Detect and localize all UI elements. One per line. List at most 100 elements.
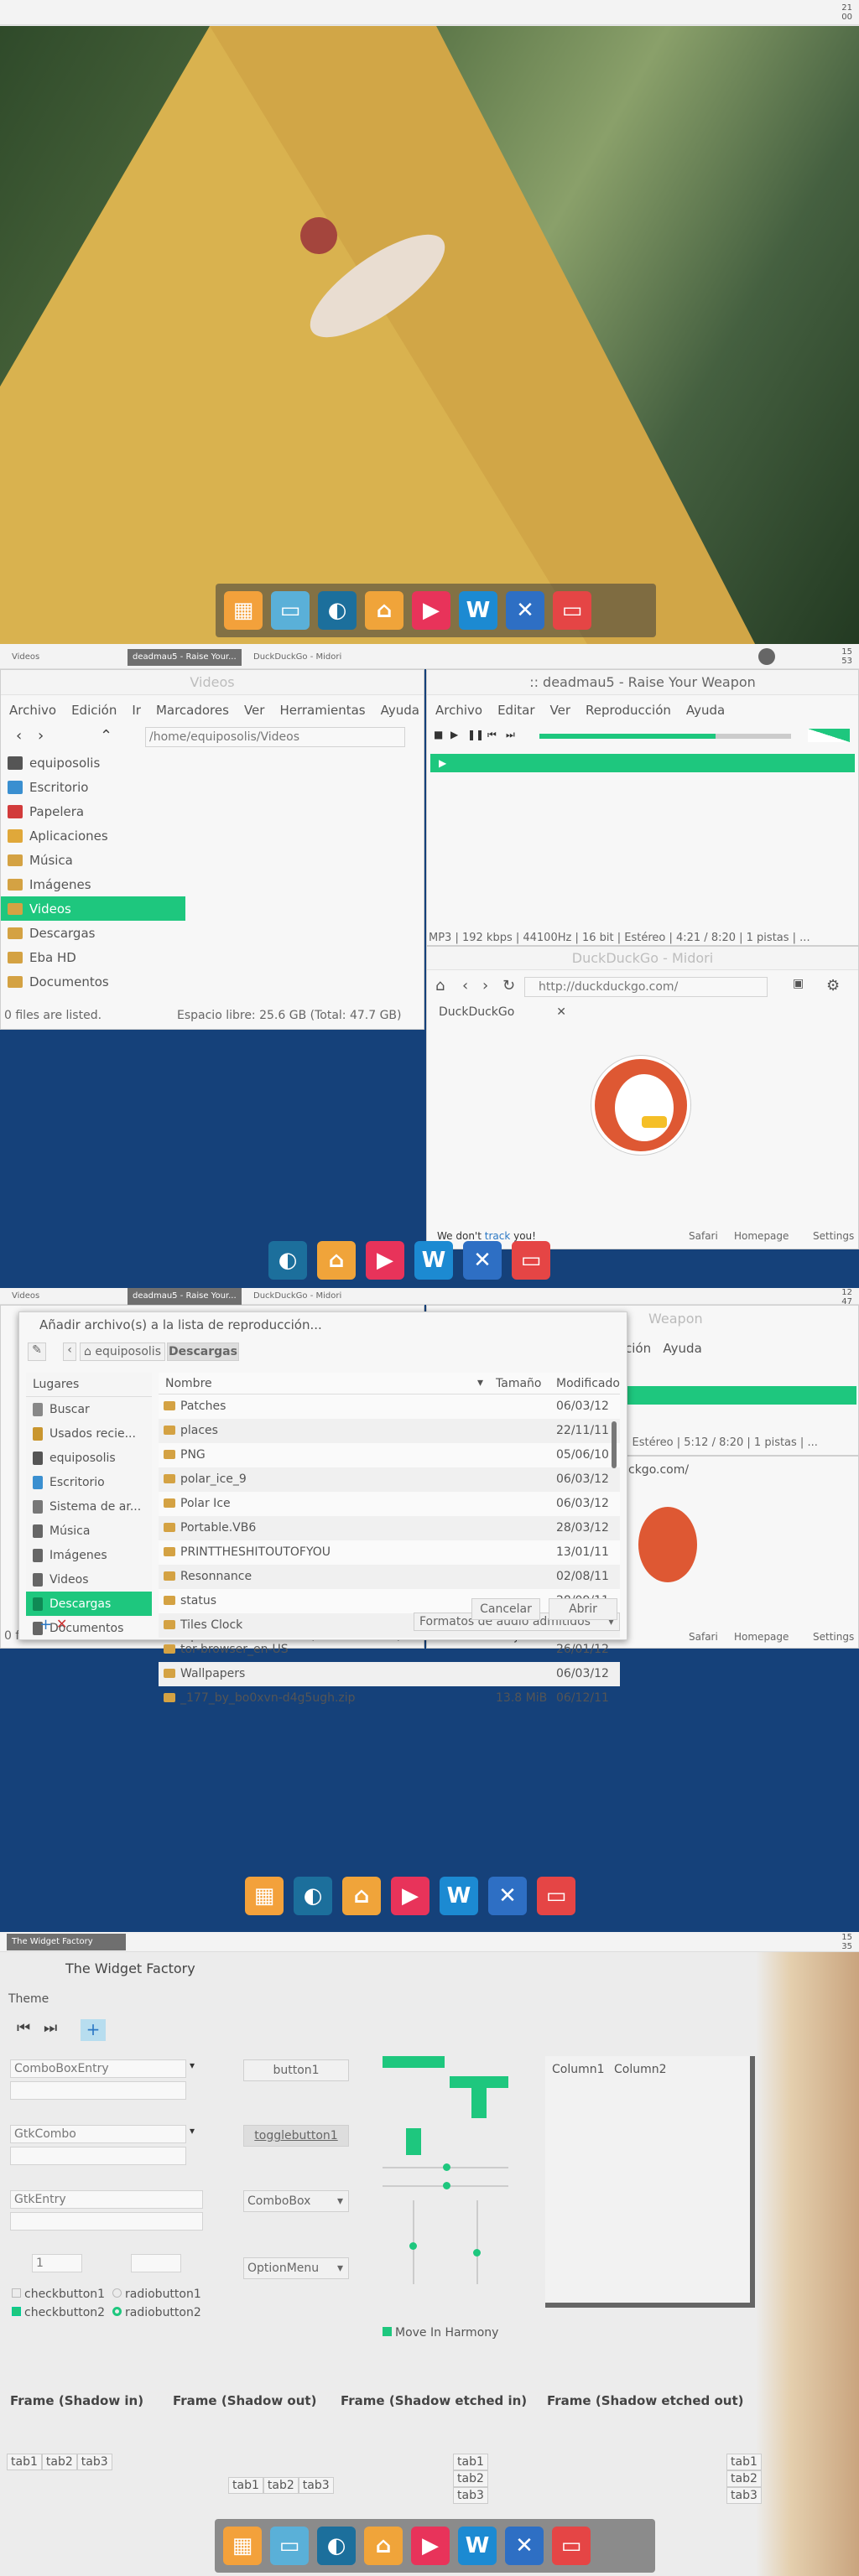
task-widget-factory[interactable]: The Widget Factory (7, 1934, 126, 1950)
tab2[interactable]: tab2 (453, 2470, 488, 2487)
cancel-button[interactable]: Cancelar (471, 1598, 540, 1620)
task-videos[interactable]: Videos (7, 649, 44, 666)
radiobutton2[interactable]: radiobutton2 (112, 2306, 201, 2319)
col-size[interactable]: Tamaño (496, 1377, 541, 1390)
extension-icon[interactable]: ▣ (793, 977, 804, 990)
tab3[interactable]: tab3 (726, 2487, 762, 2504)
media-player-icon[interactable]: ▶ (411, 2527, 450, 2565)
url-input[interactable]: http://duckduckgo.com/ (524, 977, 768, 997)
sidebar-item-home[interactable]: equiposolis (1, 750, 202, 775)
forward-icon[interactable]: › (38, 727, 44, 745)
home-icon[interactable]: ⌂ (365, 591, 403, 630)
place-downloads[interactable]: Descargas (26, 1592, 152, 1616)
radiobutton1[interactable]: radiobutton1 (112, 2288, 201, 2301)
playlist-row-playing[interactable] (625, 1386, 856, 1405)
open-button[interactable]: Abrir (549, 1598, 617, 1620)
writer-icon[interactable]: W (459, 591, 497, 630)
combo-box-entry-arrow[interactable]: ▾ (190, 2059, 195, 2071)
task-videos[interactable]: Videos (7, 1288, 44, 1305)
footer-safari[interactable]: Safari (689, 1631, 718, 1643)
tiles-app-icon[interactable]: ▦ (245, 1877, 284, 1915)
file-row[interactable]: polar_ice_9 06/03/12 (159, 1467, 620, 1492)
button1[interactable]: button1 (243, 2059, 349, 2081)
gtk-combo[interactable]: GtkCombo (10, 2125, 186, 2143)
crumb-back-button[interactable]: ‹ (63, 1343, 76, 1361)
file-row[interactable]: Wallpapers 06/03/12 (159, 1662, 620, 1686)
midori-icon[interactable]: ◐ (318, 591, 357, 630)
playlist-row-playing[interactable]: ▶ (430, 754, 855, 772)
move-in-harmony-check[interactable]: Move In Harmony (383, 2326, 498, 2340)
place-search[interactable]: Buscar (26, 1397, 152, 1421)
reload-icon[interactable]: ↻ (502, 977, 515, 995)
screen-app-icon[interactable]: ▭ (552, 2527, 591, 2565)
seek-bar[interactable] (539, 734, 791, 739)
home-icon[interactable]: ⌂ (364, 2527, 403, 2565)
sidebar-item-documents[interactable]: Documentos (1, 969, 202, 994)
gtk-entry[interactable]: GtkEntry (10, 2190, 203, 2209)
menu-ayuda[interactable]: Ayuda (381, 703, 419, 718)
sidebar-item-trash[interactable]: Papelera (1, 799, 202, 823)
task-browser[interactable]: DuckDuckGo - Midori (248, 649, 346, 666)
media-player-icon[interactable]: ▶ (366, 1241, 404, 1280)
play-icon[interactable]: ▶ (450, 729, 458, 740)
file-row[interactable]: places 22/11/11 (159, 1419, 620, 1443)
slider-vertical[interactable] (409, 2200, 417, 2284)
sidebar-item-downloads[interactable]: Descargas (1, 921, 202, 945)
sidebar-item-desktop[interactable]: Escritorio (1, 775, 202, 799)
sidebar-item-music[interactable]: Música (1, 848, 202, 872)
menu-edicion[interactable]: Edición (71, 703, 117, 718)
file-row[interactable]: _177_by_bo0xvn-d4g5ugh.zip 13.8 MiB 06/12/… (159, 1686, 620, 1711)
gtk-combo-arrow[interactable]: ▾ (190, 2125, 195, 2137)
tab2[interactable]: tab2 (263, 2477, 299, 2494)
home-icon[interactable]: ⌂ (435, 977, 445, 995)
file-row[interactable]: Resonnance 02/08/11 (159, 1565, 620, 1589)
tab1[interactable]: tab1 (7, 2454, 42, 2470)
gear-icon[interactable]: ⚙ (826, 977, 840, 995)
menu-ayuda[interactable]: Ayuda (686, 703, 725, 718)
gtk-combo-empty[interactable] (10, 2147, 186, 2165)
combo-box-entry-empty[interactable] (10, 2081, 186, 2100)
menu-ayuda[interactable]: Ayuda (663, 1341, 701, 1356)
tiles-app-icon[interactable]: ▦ (224, 591, 263, 630)
media-player-icon[interactable]: ▶ (391, 1877, 430, 1915)
footer-settings[interactable]: Settings (813, 1631, 854, 1643)
forward-icon[interactable]: › (482, 977, 488, 995)
sidebar-item-images[interactable]: Imágenes (1, 872, 202, 896)
tab3[interactable]: tab3 (76, 2454, 112, 2470)
stop-icon[interactable]: ■ (434, 729, 443, 740)
menu-ver[interactable]: Ver (244, 703, 265, 718)
edit-path-button[interactable]: ✎ (28, 1343, 46, 1361)
home-icon[interactable]: ⌂ (342, 1877, 381, 1915)
menu-ver[interactable]: Ver (550, 703, 571, 718)
scrollbar[interactable] (612, 1421, 617, 1468)
combo-box-entry[interactable]: ComboBoxEntry (10, 2059, 186, 2078)
file-row[interactable]: Portable.VB6 28/03/12 (159, 1516, 620, 1540)
power-icon[interactable] (758, 648, 775, 665)
midori-icon[interactable]: ◐ (294, 1877, 332, 1915)
add-place-icon[interactable]: + (39, 1616, 52, 1633)
tab3[interactable]: tab3 (298, 2477, 334, 2494)
volume-icon[interactable] (808, 729, 850, 742)
slider-horizontal[interactable] (383, 2163, 508, 2171)
add-icon[interactable]: + (81, 2019, 106, 2041)
url-input[interactable]: ckgo.com/ (628, 1463, 689, 1477)
settings-app-icon[interactable]: ✕ (506, 591, 544, 630)
writer-icon[interactable]: W (440, 1877, 478, 1915)
place-home[interactable]: equiposolis (26, 1446, 152, 1470)
slider-horizontal-2[interactable] (383, 2182, 508, 2189)
folder-app-icon[interactable]: ▭ (271, 591, 310, 630)
tab1[interactable]: tab1 (726, 2454, 762, 2470)
checkbutton1[interactable]: checkbutton1 (12, 2288, 105, 2301)
tab2[interactable]: tab2 (41, 2454, 77, 2470)
writer-icon[interactable]: W (458, 2527, 497, 2565)
spin-button[interactable]: 1 (32, 2254, 82, 2272)
togglebutton1[interactable]: togglebutton1 (243, 2125, 349, 2147)
media-player-icon[interactable]: ▶ (412, 591, 450, 630)
file-row[interactable]: Patches 06/03/12 (159, 1394, 620, 1419)
footer-safari[interactable]: Safari (689, 1230, 718, 1242)
back-icon[interactable]: ‹ (462, 977, 468, 995)
menu-herramientas[interactable]: Herramientas (279, 703, 365, 718)
checkbutton2[interactable]: checkbutton2 (12, 2306, 105, 2319)
menu-editar[interactable]: Editar (497, 703, 534, 718)
task-player[interactable]: deadmau5 - Raise Your... (128, 649, 242, 666)
